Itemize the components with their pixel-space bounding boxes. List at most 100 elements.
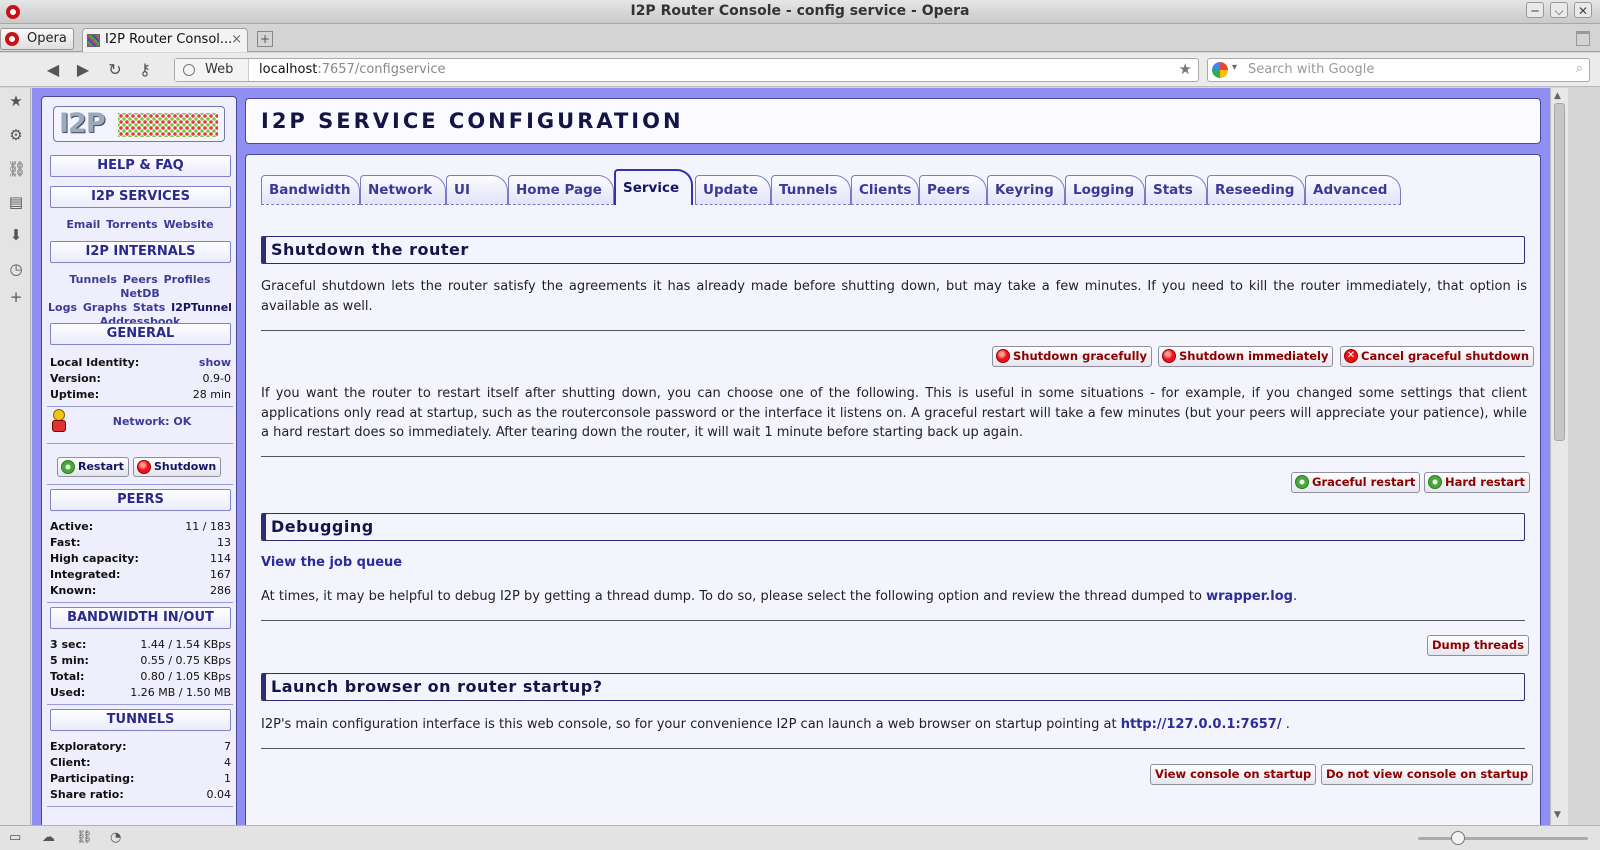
shutdown-button[interactable]: Shutdown [133, 457, 222, 477]
tab-network[interactable]: Network [360, 175, 446, 205]
trash-icon[interactable] [1576, 31, 1590, 46]
show-identity-link[interactable]: show [199, 355, 231, 371]
zoom-slider-knob[interactable] [1451, 831, 1465, 845]
shutdown-gracefully-button[interactable]: Shutdown gracefully [992, 346, 1152, 367]
add-panel-icon[interactable]: + [7, 288, 25, 306]
divider [261, 330, 1525, 331]
search-icon[interactable]: ⌕ [1576, 61, 1583, 76]
divider [261, 748, 1525, 749]
forward-icon[interactable]: ▶ [74, 61, 92, 79]
console-url-link[interactable]: http://127.0.0.1:7657/ [1121, 717, 1282, 732]
tab-ui[interactable]: UI [446, 175, 508, 205]
tab-bandwidth[interactable]: Bandwidth [261, 175, 360, 205]
dump-threads-button[interactable]: Dump threads [1427, 635, 1529, 656]
hard-restart-button[interactable]: Hard restart [1424, 472, 1531, 493]
link-tunnels[interactable]: Tunnels [69, 273, 117, 286]
tunnels-row: Exploratory: 7 [49, 739, 231, 755]
divider [47, 704, 233, 705]
link-netdb[interactable]: NetDB [120, 287, 159, 300]
i2p-logo[interactable]: I2P [53, 106, 225, 142]
tab-home-page[interactable]: Home Page [508, 175, 614, 205]
services-header[interactable]: I2P SERVICES [50, 186, 231, 208]
peers-header[interactable]: PEERS [50, 489, 231, 511]
wrapper-log-link[interactable]: wrapper.log [1206, 589, 1293, 604]
link-stats[interactable]: Stats [133, 301, 165, 314]
history-icon[interactable]: ◷ [7, 260, 25, 278]
google-icon[interactable] [1212, 62, 1228, 78]
tab-advanced[interactable]: Advanced [1305, 175, 1401, 205]
search-field[interactable]: ▾ Search with Google ⌕ [1207, 58, 1590, 82]
tab-service[interactable]: Service [614, 169, 693, 205]
share-icon[interactable]: ⛓ [76, 830, 93, 845]
general-row-uptime: Uptime: 28 min [49, 387, 231, 403]
general-header[interactable]: GENERAL [50, 323, 231, 345]
speed-dial-icon[interactable]: ◔ [110, 830, 121, 845]
tab-update[interactable]: Update [695, 175, 771, 205]
i2p-logo-dots [118, 113, 218, 137]
downloads-icon[interactable]: ⬇ [7, 226, 25, 244]
new-tab-button[interactable]: + [257, 31, 273, 47]
back-icon[interactable]: ◀ [44, 61, 62, 79]
close-window-button[interactable]: ✕ [1574, 2, 1592, 18]
shutdown-immediately-button[interactable]: Shutdown immediately [1158, 346, 1334, 367]
tab-close-icon[interactable]: × [231, 29, 242, 51]
reload-icon[interactable]: ↻ [106, 61, 124, 79]
link-website[interactable]: Website [164, 218, 214, 231]
search-engine-dropdown-icon[interactable]: ▾ [1232, 62, 1237, 73]
settings-icon[interactable]: ⚙ [7, 126, 25, 144]
site-info-button[interactable]: Web [175, 59, 249, 81]
links-icon[interactable]: ⛓ [7, 160, 26, 178]
page-scrollbar[interactable]: ▲ ▼ [1550, 88, 1568, 825]
tab-keyring[interactable]: Keyring [987, 175, 1065, 205]
opera-menu-label: Opera [27, 31, 67, 46]
tunnels-row: Client: 4 [49, 755, 231, 771]
tab-logging[interactable]: Logging [1065, 175, 1145, 205]
bookmark-star-icon[interactable]: ★ [1179, 60, 1192, 78]
link-peers[interactable]: Peers [123, 273, 158, 286]
panel-toggle-icon[interactable]: ▭ [9, 830, 21, 845]
opera-menu-button[interactable]: Opera [0, 28, 74, 50]
maximize-button[interactable]: ⌵ [1550, 2, 1568, 18]
shutdown-icon [137, 460, 151, 474]
minimize-button[interactable]: ─ [1526, 2, 1544, 18]
link-logs[interactable]: Logs [48, 301, 77, 314]
view-console-on-startup-button[interactable]: View console on startup [1150, 764, 1317, 785]
window-title-bar: I2P Router Console - config service - Op… [0, 0, 1600, 24]
view-job-queue-link[interactable]: View the job queue [261, 555, 402, 570]
scroll-up-icon[interactable]: ▲ [1554, 91, 1561, 101]
divider [47, 484, 233, 485]
cloud-icon[interactable]: ☁ [42, 830, 55, 845]
divider [261, 620, 1525, 621]
cancel-graceful-shutdown-button[interactable]: ✕ Cancel graceful shutdown [1340, 346, 1535, 367]
bandwidth-value: 0.55 / 0.75 KBps [140, 654, 231, 667]
restart-icon [1428, 475, 1442, 489]
link-graphs[interactable]: Graphs [83, 301, 127, 314]
notes-icon[interactable]: ▤ [7, 193, 25, 211]
tab-reseeding[interactable]: Reseeding [1207, 175, 1305, 205]
address-field[interactable]: Web localhost:7657/configservice ★ [174, 58, 1199, 82]
internals-header[interactable]: I2P INTERNALS [50, 241, 231, 263]
link-i2ptunnel[interactable]: I2PTunnel [171, 301, 232, 314]
key-icon[interactable]: ⚷ [136, 61, 154, 79]
zoom-slider[interactable] [1418, 837, 1588, 840]
link-profiles[interactable]: Profiles [164, 273, 211, 286]
scrollbar-thumb[interactable] [1554, 103, 1565, 441]
help-faq-link[interactable]: HELP & FAQ [50, 155, 231, 177]
tunnels-header[interactable]: TUNNELS [50, 709, 231, 731]
graceful-restart-button[interactable]: Graceful restart [1291, 472, 1421, 493]
address-text[interactable]: localhost:7657/configservice [259, 59, 446, 81]
tab-clients[interactable]: Clients [851, 175, 919, 205]
tab-stats[interactable]: Stats [1145, 175, 1207, 205]
bandwidth-label: 3 sec: [50, 638, 87, 651]
scroll-down-icon[interactable]: ▼ [1554, 810, 1561, 820]
do-not-view-console-button[interactable]: Do not view console on startup [1321, 764, 1534, 785]
bandwidth-header[interactable]: BANDWIDTH IN/OUT [50, 607, 231, 629]
link-torrents[interactable]: Torrents [106, 218, 158, 231]
launch-browser-heading: Launch browser on router startup? [261, 673, 1525, 701]
browser-tab-router-console[interactable]: I2P Router Consol... × [82, 28, 248, 52]
restart-button[interactable]: Restart [57, 457, 129, 477]
link-email[interactable]: Email [66, 218, 100, 231]
tab-peers[interactable]: Peers [919, 175, 987, 205]
bookmarks-icon[interactable]: ★ [7, 92, 25, 110]
tab-tunnels[interactable]: Tunnels [771, 175, 851, 205]
